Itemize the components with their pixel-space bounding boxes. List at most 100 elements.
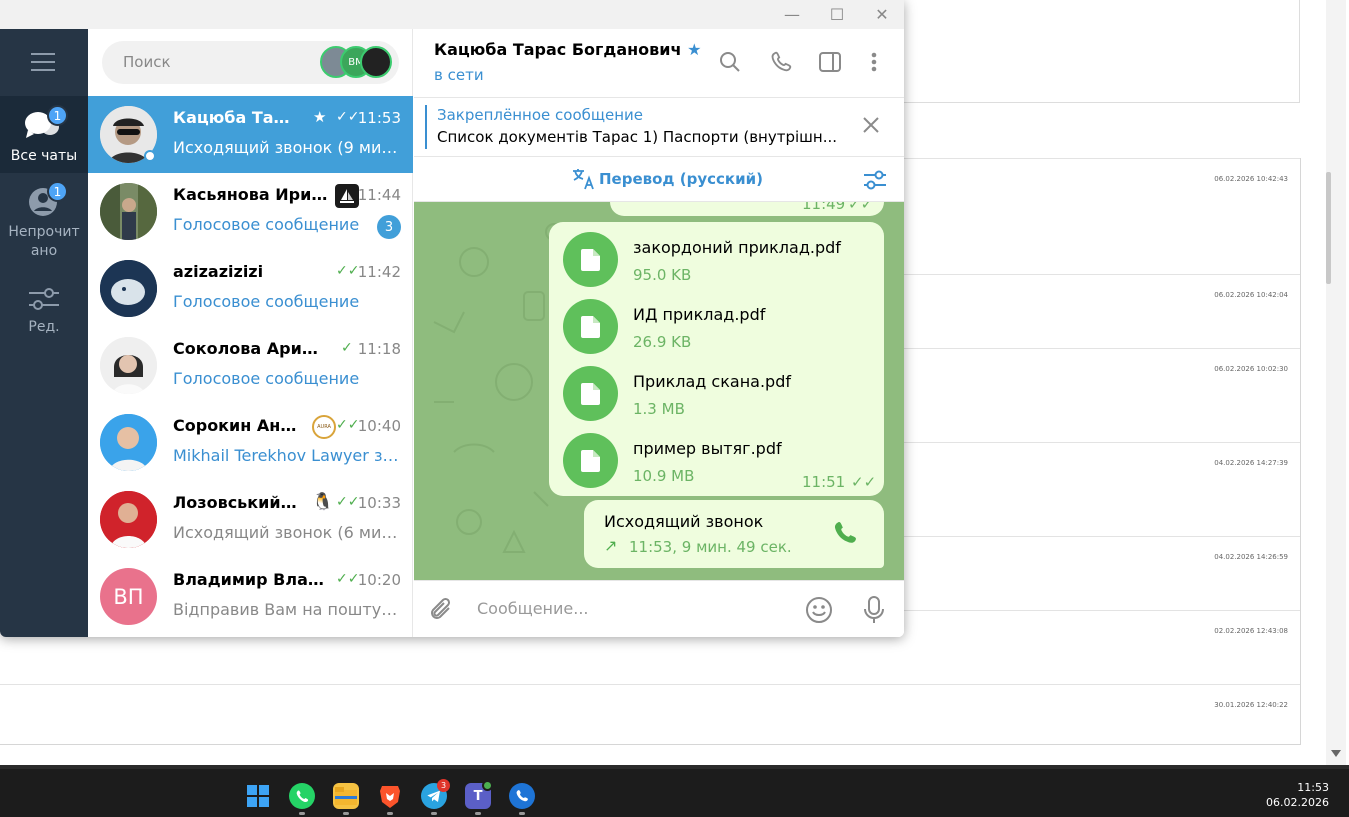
file-size: 10.9 MB <box>633 467 695 485</box>
call-details: 11:53, 9 мин. 49 сек. <box>629 538 792 556</box>
file-name: пример вытяг.pdf <box>633 439 782 458</box>
files-message-bubble[interactable]: закордоний приклад.pdf 95.0 KB ИД прикла… <box>549 222 884 496</box>
message-input[interactable]: Сообщение... <box>477 599 777 621</box>
translate-settings-icon[interactable] <box>863 169 887 195</box>
chat-time: 11:18 <box>357 340 401 358</box>
file-explorer-icon[interactable] <box>333 783 359 809</box>
avatar <box>100 260 157 317</box>
maximize-button[interactable]: ☐ <box>825 3 849 25</box>
clock-date: 06.02.2026 <box>1266 796 1329 809</box>
search-input[interactable]: Поиск BM <box>102 41 399 84</box>
folder-label: Непрочит ано <box>8 224 80 259</box>
chat-item[interactable]: Сорокин Андрей AURA ✓✓ 10:40 Mikhail Ter… <box>88 404 413 481</box>
previous-message-bubble[interactable]: 11:49 ✓✓ <box>610 202 884 216</box>
row-timestamp: 06.02.2026 10:02:30 <box>1214 365 1288 373</box>
chat-name: Касьянова Ирина <box>173 185 328 204</box>
chat-time: 11:42 <box>357 263 401 281</box>
file-attachment[interactable]: ИД приклад.pdf 26.9 KB <box>549 296 884 358</box>
call-message-bubble[interactable]: Исходящий звонок ↗ 11:53, 9 мин. 49 сек. <box>584 500 884 568</box>
call-back-phone-icon[interactable] <box>832 520 858 550</box>
chat-item[interactable]: Касьянова Ирина 11:44 Голосовое сообщени… <box>88 173 413 250</box>
translate-label: Перевод (русский) <box>599 170 763 188</box>
chat-preview: Голосовое сообщение <box>173 369 360 388</box>
chat-preview: Відправив Вам на пошту ре... <box>173 600 401 619</box>
chat-time: 10:20 <box>357 571 401 589</box>
pinned-message-bar[interactable]: Закреплённое сообщение Список документів… <box>414 97 904 157</box>
more-options-icon[interactable] <box>861 49 887 75</box>
conversation-panel: Кацюба Тарас Богданович ★ в сети Закрепл… <box>414 29 904 637</box>
emoji-icon[interactable] <box>804 595 834 625</box>
taskbar-clock[interactable]: 11:53 06.02.2026 <box>1266 780 1329 810</box>
file-name: закордоний приклад.pdf <box>633 238 841 257</box>
file-attachment[interactable]: Приклад скана.pdf 1.3 MB <box>549 363 884 425</box>
contact-name[interactable]: Кацюба Тарас Богданович ★ <box>434 40 701 59</box>
close-pinned-icon[interactable] <box>862 116 884 138</box>
folder-label: Ред. <box>28 319 60 335</box>
taskbar-running-indicator <box>343 812 349 815</box>
phone-app-icon[interactable] <box>509 783 535 809</box>
chat-item[interactable]: azizazizizi ✓✓ 11:42 Голосовое сообщение <box>88 250 413 327</box>
penguin-emoji-icon: 🐧 <box>312 492 334 512</box>
scrollbar-thumb[interactable] <box>1326 172 1331 284</box>
folder-unread[interactable]: 1 Непрочит ано <box>0 179 88 269</box>
side-panel-icon[interactable] <box>817 49 843 75</box>
folders-rail: 1 Все чаты 1 Непрочит ано Ред. <box>0 29 88 637</box>
message-time: 11:49 <box>802 202 846 213</box>
document-icon[interactable] <box>563 366 618 421</box>
chat-item[interactable]: Лозовський Сергій 🐧 ✓✓ 10:33 Исходящий з… <box>88 481 413 558</box>
read-check-icon: ✓✓ <box>336 263 360 279</box>
minimize-button[interactable]: — <box>780 3 804 25</box>
attach-paperclip-icon[interactable] <box>427 595 457 625</box>
background-top-panel <box>900 0 1300 103</box>
window-titlebar[interactable]: — ☐ ✕ <box>0 0 904 29</box>
pinned-text: Список документів Тарас 1) Паспорти (вну… <box>437 128 837 146</box>
menu-icon[interactable] <box>31 53 55 71</box>
chat-name: Соколова Арина Сергеевна <box>173 339 328 358</box>
chat-preview: Mikhail Terekhov Lawyer закрепил <box>173 446 401 465</box>
favorite-star-icon: ★ <box>313 108 327 126</box>
story-avatar[interactable] <box>360 46 392 78</box>
microphone-icon[interactable] <box>859 595 889 625</box>
folder-edit[interactable]: Ред. <box>0 279 88 349</box>
background-scrollbar[interactable] <box>1326 0 1346 765</box>
whatsapp-icon[interactable] <box>289 783 315 809</box>
chat-item[interactable]: Соколова Арина Сергеевна ✓ 11:18 Голосов… <box>88 327 413 404</box>
chat-item[interactable]: ВП Владимир Владимирович ✓✓ 10:20 Відпра… <box>88 558 413 635</box>
file-attachment[interactable]: закордоний приклад.pdf 95.0 KB <box>549 229 884 291</box>
scroll-down-arrow-icon[interactable] <box>1331 750 1341 757</box>
background-row[interactable]: 30.01.2026 12:40:22 <box>0 684 1300 744</box>
document-icon[interactable] <box>563 433 618 488</box>
chat-list-panel: Поиск BM Кацюба Тарас Богданович ★ ✓✓ 11… <box>88 29 413 637</box>
chat-time: 10:40 <box>357 417 401 435</box>
document-icon[interactable] <box>563 299 618 354</box>
clock-time: 11:53 <box>1297 781 1329 794</box>
brave-browser-icon[interactable] <box>377 783 403 809</box>
chat-name: Владимир Владимирович <box>173 570 328 589</box>
row-timestamp: 04.02.2026 14:27:39 <box>1214 459 1288 467</box>
file-name: ИД приклад.pdf <box>633 305 766 324</box>
chat-name: Кацюба Тарас Богданович <box>173 108 298 127</box>
search-icon[interactable] <box>717 49 743 75</box>
avatar <box>100 183 157 240</box>
close-window-button[interactable]: ✕ <box>870 3 894 25</box>
folder-all-chats[interactable]: 1 Все чаты <box>0 96 88 173</box>
file-size: 95.0 KB <box>633 266 692 284</box>
online-indicator <box>144 150 156 162</box>
message-composer: Сообщение... <box>414 580 904 637</box>
windows-start-icon[interactable] <box>245 783 271 809</box>
chat-item[interactable]: Кацюба Тарас Богданович ★ ✓✓ 11:53 Исход… <box>88 96 413 173</box>
phone-call-icon[interactable] <box>768 49 794 75</box>
document-icon[interactable] <box>563 232 618 287</box>
call-title: Исходящий звонок <box>604 512 764 531</box>
sent-check-icon: ✓ <box>341 340 353 356</box>
taskbar: 3 T 11:53 06.02.2026 <box>0 765 1349 817</box>
messages-area[interactable]: 11:49 ✓✓ закордоний приклад.pdf 95.0 KB … <box>414 202 904 580</box>
outgoing-arrow-icon: ↗ <box>604 536 618 555</box>
sailboat-emoji-icon <box>335 184 359 208</box>
translate-icon <box>573 169 594 190</box>
telegram-unread-badge: 3 <box>437 779 450 792</box>
chat-time: 10:33 <box>357 494 401 512</box>
chat-name: Лозовський Сергій <box>173 493 301 512</box>
translate-bar[interactable]: Перевод (русский) <box>414 158 904 202</box>
online-status-icon <box>482 780 493 791</box>
